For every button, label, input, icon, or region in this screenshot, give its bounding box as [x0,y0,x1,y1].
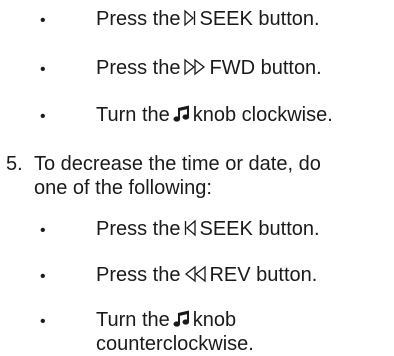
list-item-post: SEEK button. [199,8,320,30]
list-item-post: FWD button. [209,57,322,79]
step-number: 5. [6,153,23,175]
fast-forward-icon [183,58,207,76]
list-item-pre: Press the [96,218,181,240]
list-item: Press the FWD button. [96,57,322,80]
list-item: Turn the knob [96,309,236,332]
seek-forward-icon [183,9,197,27]
music-note-icon [173,104,191,123]
list-item-post: knob [192,309,237,331]
list-item-pre: Press the [96,57,181,79]
list-item-pre: Turn the [96,309,170,331]
bullet: • [40,222,46,239]
bullet: • [40,108,46,125]
step-text-line2: one of the following: [34,177,212,199]
list-item: Press the REV button. [96,264,317,287]
list-item-pre: Press the [96,8,181,30]
list-item-post: REV button. [209,264,318,286]
bullet: • [40,61,46,78]
seek-back-icon [183,219,197,237]
list-item: Press the SEEK button. [96,218,320,241]
list-item: Turn the knob clockwise. [96,104,333,127]
bullet: • [40,313,46,330]
list-item-post: SEEK button. [199,218,320,240]
music-note-icon [173,309,191,328]
bullet: • [40,12,46,29]
bullet: • [40,268,46,285]
list-item-pre: Turn the [96,104,170,126]
list-item-post: knob clockwise. [192,104,333,126]
list-item-line2: counterclockwise. [96,333,254,355]
list-item-pre: Press the [96,264,181,286]
list-item: Press the SEEK button. [96,8,320,31]
step-text-line1: To decrease the time or date, do [34,153,321,175]
rewind-icon [183,265,207,283]
